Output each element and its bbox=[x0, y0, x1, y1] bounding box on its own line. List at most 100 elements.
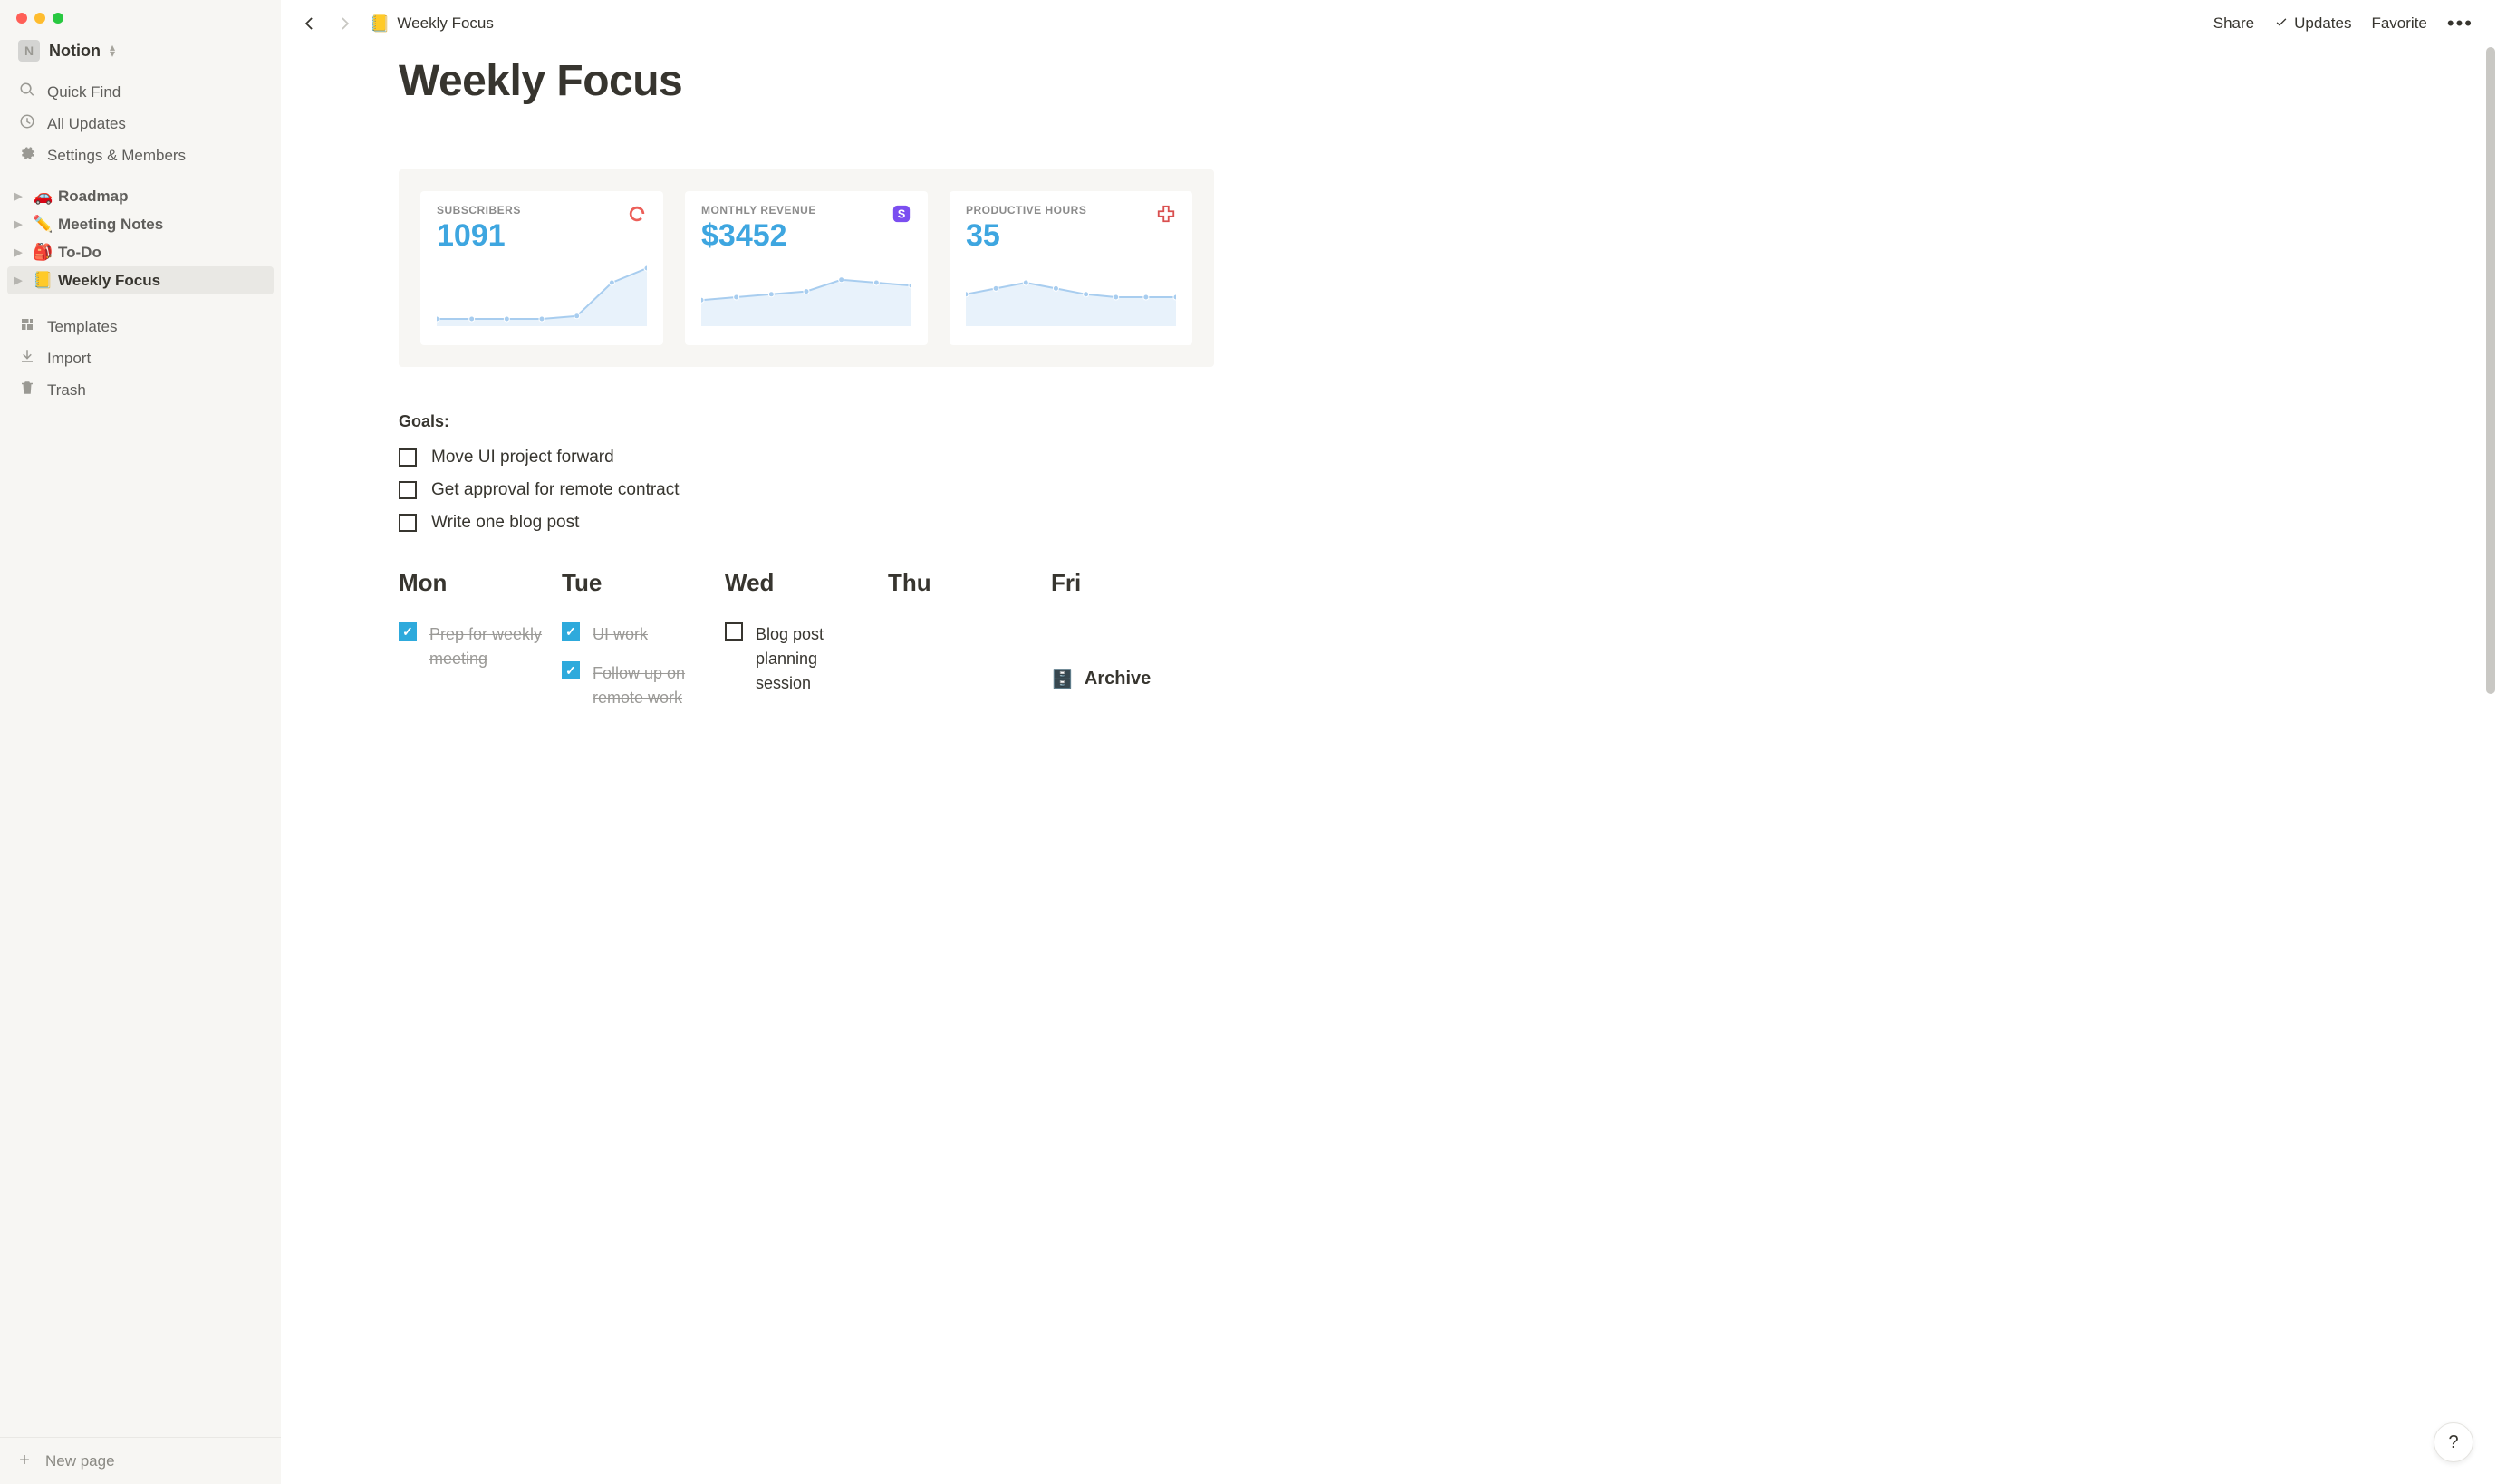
stat-card[interactable]: PRODUCTIVE HOURS 35 bbox=[950, 191, 1192, 345]
day-heading: Mon bbox=[399, 569, 545, 597]
goal-row: Get approval for remote contract bbox=[399, 480, 1214, 500]
page-emoji-icon: 🚗 bbox=[33, 187, 53, 206]
workspace-switcher[interactable]: N Notion ▴▾ bbox=[0, 33, 281, 74]
task-text[interactable]: UI work bbox=[593, 622, 648, 647]
sidebar-all-updates-label: All Updates bbox=[47, 115, 126, 133]
sidebar-templates[interactable]: Templates bbox=[7, 311, 274, 342]
svg-text:S: S bbox=[898, 207, 906, 221]
goal-text[interactable]: Write one blog post bbox=[431, 513, 579, 533]
task-text[interactable]: Blog post planning session bbox=[756, 622, 872, 696]
sidebar-all-updates[interactable]: All Updates bbox=[7, 108, 274, 140]
archive-label: Archive bbox=[1085, 669, 1151, 689]
day-tasks: Prep for weekly meeting bbox=[399, 622, 545, 671]
task-text[interactable]: Follow up on remote work bbox=[593, 661, 709, 710]
stat-sparkline bbox=[701, 254, 911, 345]
goals-heading: Goals: bbox=[399, 412, 1214, 431]
check-icon bbox=[2274, 16, 2289, 31]
day-heading: Tue bbox=[562, 569, 709, 597]
sidebar-quick-find-label: Quick Find bbox=[47, 83, 121, 101]
checkbox[interactable] bbox=[399, 622, 417, 641]
day-tasks: Blog post planning session bbox=[725, 622, 872, 696]
task-text[interactable]: Prep for weekly meeting bbox=[429, 622, 545, 671]
minimize-window-button[interactable] bbox=[34, 13, 45, 24]
sidebar: N Notion ▴▾ Quick Find All Updates bbox=[0, 0, 281, 1484]
page-label: Meeting Notes bbox=[58, 216, 163, 234]
updates-button[interactable]: Updates bbox=[2274, 14, 2351, 33]
download-icon bbox=[18, 348, 36, 369]
page-label: Weekly Focus bbox=[58, 272, 160, 290]
day-heading: Wed bbox=[725, 569, 872, 597]
sidebar-import[interactable]: Import bbox=[7, 342, 274, 374]
page-emoji-icon: 📒 bbox=[33, 271, 53, 290]
day-column: Mon Prep for weekly meeting bbox=[399, 569, 562, 710]
checkbox[interactable] bbox=[399, 514, 417, 532]
stat-label: PRODUCTIVE HOURS bbox=[966, 204, 1086, 217]
caret-right-icon[interactable]: ▶ bbox=[14, 275, 27, 286]
checkbox[interactable] bbox=[399, 448, 417, 467]
stat-source-icon bbox=[627, 204, 647, 224]
nav-back-button[interactable] bbox=[297, 12, 321, 35]
new-page-button[interactable]: + New page bbox=[16, 1450, 265, 1471]
main-area: 📒 Weekly Focus Share Updates Favorite ••… bbox=[281, 0, 2497, 1484]
favorite-button[interactable]: Favorite bbox=[2371, 14, 2426, 33]
page-emoji-icon: ✏️ bbox=[33, 215, 53, 234]
sidebar-page-item[interactable]: ▶ 🎒 To-Do bbox=[7, 238, 274, 266]
plus-icon: + bbox=[16, 1450, 33, 1471]
goal-row: Move UI project forward bbox=[399, 448, 1214, 467]
page-emoji-icon: 🎒 bbox=[33, 243, 53, 262]
close-window-button[interactable] bbox=[16, 13, 27, 24]
stat-card[interactable]: MONTHLY REVENUE $3452 S bbox=[685, 191, 928, 345]
sidebar-quick-find[interactable]: Quick Find bbox=[7, 76, 274, 108]
checkbox[interactable] bbox=[725, 622, 743, 641]
search-icon bbox=[18, 82, 36, 102]
stat-source-icon bbox=[1156, 204, 1176, 224]
sidebar-page-item[interactable]: ▶ 📒 Weekly Focus bbox=[7, 266, 274, 294]
stat-sparkline bbox=[966, 254, 1176, 345]
sidebar-settings[interactable]: Settings & Members bbox=[7, 140, 274, 171]
day-heading: Fri bbox=[1051, 569, 1198, 597]
help-button[interactable]: ? bbox=[2434, 1422, 2473, 1462]
stat-value: 35 bbox=[966, 218, 1086, 254]
window-controls bbox=[0, 0, 281, 33]
topbar: 📒 Weekly Focus Share Updates Favorite ••… bbox=[281, 0, 2497, 47]
stat-card[interactable]: SUBSCRIBERS 1091 bbox=[420, 191, 663, 345]
day-column: Tue UI work Follow up on remote work bbox=[562, 569, 725, 710]
task-row: Follow up on remote work bbox=[562, 661, 709, 710]
share-button[interactable]: Share bbox=[2213, 14, 2254, 33]
breadcrumb-label: Weekly Focus bbox=[397, 14, 493, 33]
sidebar-page-item[interactable]: ▶ ✏️ Meeting Notes bbox=[7, 210, 274, 238]
stat-label: SUBSCRIBERS bbox=[437, 204, 521, 217]
maximize-window-button[interactable] bbox=[53, 13, 63, 24]
checkbox[interactable] bbox=[562, 622, 580, 641]
day-column: Wed Blog post planning session bbox=[725, 569, 888, 710]
workspace-name: Notion bbox=[49, 42, 101, 61]
page-content: Weekly Focus SUBSCRIBERS 1091 MONTHLY RE… bbox=[281, 47, 2497, 1484]
goal-text[interactable]: Move UI project forward bbox=[431, 448, 614, 467]
caret-right-icon[interactable]: ▶ bbox=[14, 190, 27, 202]
breadcrumb[interactable]: 📒 Weekly Focus bbox=[370, 14, 494, 34]
task-row: Prep for weekly meeting bbox=[399, 622, 545, 671]
nav-forward-button[interactable] bbox=[333, 12, 357, 35]
goal-text[interactable]: Get approval for remote contract bbox=[431, 480, 680, 500]
more-menu-button[interactable]: ••• bbox=[2447, 12, 2473, 35]
scrollbar-thumb[interactable] bbox=[2486, 47, 2495, 694]
checkbox[interactable] bbox=[562, 661, 580, 679]
new-page-label: New page bbox=[45, 1452, 115, 1470]
archive-icon: 🗄️ bbox=[1051, 668, 1074, 690]
sidebar-trash[interactable]: Trash bbox=[7, 374, 274, 406]
chevron-updown-icon: ▴▾ bbox=[110, 44, 115, 57]
archive-link[interactable]: 🗄️ Archive bbox=[1051, 668, 1198, 690]
sidebar-settings-label: Settings & Members bbox=[47, 147, 186, 165]
page-title[interactable]: Weekly Focus bbox=[399, 56, 1214, 106]
sidebar-pages-list: ▶ 🚗 Roadmap▶ ✏️ Meeting Notes▶ 🎒 To-Do▶ … bbox=[0, 173, 281, 304]
sidebar-page-item[interactable]: ▶ 🚗 Roadmap bbox=[7, 182, 274, 210]
day-column: Fri 🗄️ Archive bbox=[1051, 569, 1214, 710]
scrollbar-track[interactable] bbox=[2484, 47, 2497, 1484]
week-columns: Mon Prep for weekly meetingTue UI work F… bbox=[399, 569, 1214, 710]
clock-icon bbox=[18, 113, 36, 134]
caret-right-icon[interactable]: ▶ bbox=[14, 246, 27, 258]
updates-label: Updates bbox=[2294, 14, 2351, 33]
checkbox[interactable] bbox=[399, 481, 417, 499]
stat-label: MONTHLY REVENUE bbox=[701, 204, 816, 217]
caret-right-icon[interactable]: ▶ bbox=[14, 218, 27, 230]
